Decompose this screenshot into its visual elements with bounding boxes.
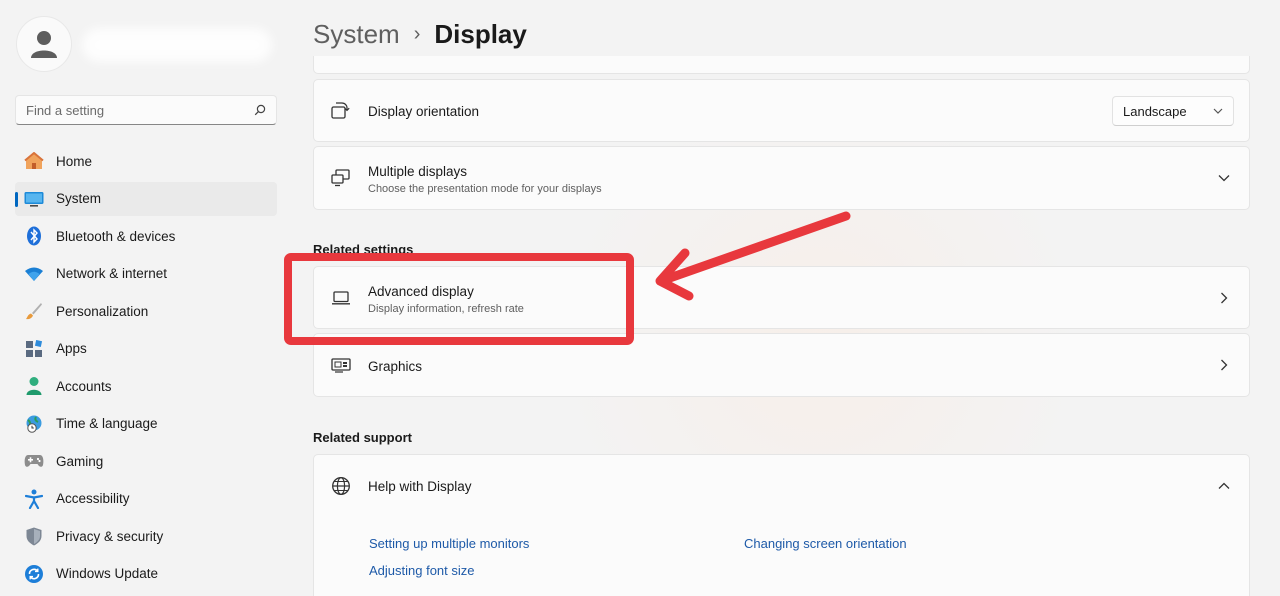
- sidebar-item-label: Windows Update: [56, 566, 159, 581]
- link-screen-orientation[interactable]: Changing screen orientation: [744, 536, 907, 551]
- laptop-icon: [330, 288, 352, 308]
- bluetooth-icon: [23, 226, 45, 246]
- sidebar-item-label: Bluetooth & devices: [56, 228, 176, 244]
- sidebar-item-network[interactable]: Network & internet: [15, 257, 277, 291]
- chevron-right-icon[interactable]: [1217, 291, 1231, 305]
- multiple-displays-icon: [330, 168, 352, 188]
- shield-icon: [23, 526, 45, 546]
- advanced-display-subtitle: Display information, refresh rate: [368, 303, 524, 315]
- sidebar-item-label: Time & language: [56, 416, 158, 431]
- breadcrumb: System › Display: [313, 16, 527, 52]
- sidebar: Home System Bluetooth & devices Network …: [0, 0, 296, 596]
- globe-clock-icon: [23, 414, 45, 434]
- sidebar-item-apps[interactable]: Apps: [15, 332, 277, 366]
- chevron-down-icon[interactable]: [1217, 171, 1231, 185]
- sidebar-nav: Home System Bluetooth & devices Network …: [15, 144, 277, 594]
- sidebar-item-system[interactable]: System: [15, 181, 277, 216]
- home-icon: [23, 151, 45, 171]
- person-icon: [31, 31, 57, 58]
- person-icon: [23, 376, 45, 396]
- graphics-title: Graphics: [368, 359, 423, 374]
- sidebar-item-windows-update[interactable]: Windows Update: [15, 557, 277, 591]
- display-orientation-card: Display orientation Landscape: [313, 79, 1250, 142]
- multiple-displays-subtitle: Choose the presentation mode for your di…: [368, 183, 602, 195]
- graphics-card[interactable]: Graphics: [313, 333, 1250, 397]
- related-support-heading: Related support: [313, 430, 412, 445]
- sidebar-item-label: Gaming: [56, 453, 104, 469]
- sidebar-item-gaming[interactable]: Gaming: [15, 444, 277, 478]
- display-orientation-title: Display orientation: [368, 104, 480, 119]
- link-multiple-monitors[interactable]: Setting up multiple monitors: [369, 536, 529, 551]
- apps-icon: [23, 339, 45, 359]
- orientation-icon: [330, 101, 352, 121]
- sidebar-item-privacy-security[interactable]: Privacy & security: [15, 519, 277, 553]
- chevron-down-icon: [1213, 108, 1223, 114]
- sidebar-item-label: Accounts: [56, 378, 112, 394]
- advanced-display-title: Advanced display: [368, 284, 474, 299]
- sidebar-item-accessibility[interactable]: Accessibility: [15, 482, 277, 516]
- orientation-value: Landscape: [1123, 103, 1187, 119]
- avatar[interactable]: [16, 16, 72, 72]
- graphics-card-icon: [330, 355, 352, 375]
- monitor-icon: [23, 189, 45, 209]
- sidebar-item-home[interactable]: Home: [15, 144, 277, 178]
- update-icon: [23, 564, 45, 584]
- breadcrumb-parent[interactable]: System: [313, 19, 400, 50]
- sidebar-item-label: Apps: [56, 341, 87, 356]
- help-links-panel: Setting up multiple monitors Changing sc…: [313, 516, 1250, 596]
- profile-name-blurred: [82, 28, 272, 62]
- chevron-up-icon[interactable]: [1217, 479, 1231, 493]
- link-font-size[interactable]: Adjusting font size: [369, 563, 475, 578]
- wifi-icon: [23, 264, 45, 284]
- orientation-dropdown[interactable]: Landscape: [1112, 96, 1234, 126]
- sidebar-item-label: Home: [56, 153, 93, 169]
- related-settings-heading: Related settings: [313, 242, 414, 257]
- page-title: Display: [434, 18, 527, 49]
- gamepad-icon: [23, 451, 45, 471]
- sidebar-item-label: Network & internet: [56, 266, 168, 281]
- sidebar-item-personalization[interactable]: Personalization: [15, 294, 277, 328]
- sidebar-item-label: System: [56, 191, 102, 206]
- sidebar-item-label: Accessibility: [56, 491, 130, 506]
- search-icon[interactable]: [254, 104, 266, 116]
- search-box[interactable]: [15, 95, 277, 125]
- brush-icon: [23, 301, 45, 321]
- multiple-displays-card[interactable]: Multiple displays Choose the presentatio…: [313, 146, 1250, 210]
- scrolled-card-edge: [313, 56, 1250, 74]
- sidebar-item-label: Privacy & security: [56, 528, 164, 544]
- accessibility-icon: [23, 489, 45, 509]
- help-with-display-card[interactable]: Help with Display: [313, 454, 1250, 517]
- sidebar-item-bluetooth[interactable]: Bluetooth & devices: [15, 219, 277, 253]
- globe-icon: [330, 476, 352, 496]
- search-input[interactable]: [26, 102, 254, 118]
- advanced-display-card[interactable]: Advanced display Display information, re…: [313, 266, 1250, 329]
- multiple-displays-title: Multiple displays: [368, 164, 468, 179]
- breadcrumb-separator: ›: [413, 22, 421, 45]
- help-with-display-title: Help with Display: [368, 479, 472, 494]
- sidebar-item-accounts[interactable]: Accounts: [15, 369, 277, 403]
- chevron-right-icon[interactable]: [1217, 358, 1231, 372]
- sidebar-item-label: Personalization: [56, 303, 149, 319]
- sidebar-item-time-language[interactable]: Time & language: [15, 407, 277, 441]
